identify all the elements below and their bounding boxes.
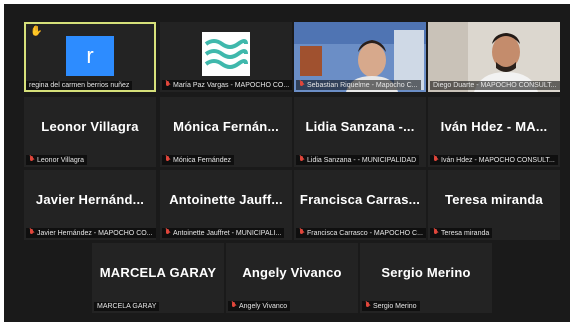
participant-display-name: MARCELA GARAY — [99, 265, 217, 280]
avatar: r — [66, 36, 114, 76]
participant-name-label: Angely Vivanco — [228, 301, 291, 311]
participant-name-label: Iván Hdez - MAPOCHO CONSULT... — [430, 155, 558, 165]
mic-muted-icon — [433, 229, 438, 236]
participant-name-label: Diego Duarte - MAPOCHO CONSULT... — [430, 81, 560, 90]
mic-muted-icon — [299, 229, 304, 236]
participant-tile-0[interactable]: ✋ r regina del carmen berrios nuñez — [24, 22, 156, 92]
participant-name: Sebastian Riquelme - Mapocho C... — [307, 82, 418, 89]
participant-name: Leonor Villagra — [37, 157, 84, 164]
participant-tile-14[interactable]: Sergio Merino Sergio Merino — [360, 243, 492, 313]
participant-name-label: Leonor Villagra — [26, 155, 87, 165]
participant-name: María Paz Vargas - MAPOCHO CO... — [173, 82, 290, 89]
participant-display-name: Leonor Villagra — [41, 119, 139, 134]
participant-tile-12[interactable]: MARCELA GARAY MARCELA GARAY — [92, 243, 224, 313]
participant-name: Iván Hdez - MAPOCHO CONSULT... — [441, 157, 555, 164]
mic-muted-icon — [433, 156, 438, 163]
participant-tile-4[interactable]: Leonor Villagra Leonor Villagra — [24, 97, 156, 167]
participant-name: Mónica Fernández — [173, 157, 231, 164]
participant-name-label: Sergio Merino — [362, 301, 420, 311]
participant-tile-5[interactable]: Mónica Fernán... Mónica Fernández — [160, 97, 292, 167]
participant-display-name: Antoinette Jauff... — [169, 192, 283, 207]
mic-muted-icon — [165, 156, 170, 163]
participant-display-name: Mónica Fernán... — [173, 119, 279, 134]
participant-tile-8[interactable]: Javier Hernánd... Javier Hernández - MAP… — [24, 170, 156, 240]
participant-name-label: María Paz Vargas - MAPOCHO CO... — [162, 80, 292, 90]
participant-display-name: Lidia Sanzana -... — [305, 119, 415, 134]
mic-muted-icon — [365, 302, 370, 309]
participant-tile-6[interactable]: Lidia Sanzana -... Lidia Sanzana - - MUN… — [294, 97, 426, 167]
profile-picture-logo — [202, 32, 250, 76]
participant-display-name: Francisca Carras... — [299, 192, 421, 207]
participant-name: MARCELA GARAY — [97, 303, 157, 310]
mic-muted-icon — [299, 81, 304, 88]
participant-name-label: MARCELA GARAY — [94, 302, 160, 311]
participant-name: Angely Vivanco — [239, 303, 288, 310]
mic-muted-icon — [165, 229, 170, 236]
participant-tile-9[interactable]: Antoinette Jauff... Antoinette Jauffret … — [160, 170, 292, 240]
participant-name: regina del carmen berrios nuñez — [29, 82, 130, 89]
participant-name-label: Sebastian Riquelme - Mapocho C... — [296, 80, 421, 90]
mic-muted-icon — [29, 229, 34, 236]
participant-name-label: Teresa miranda — [430, 228, 493, 238]
participant-name: Javier Hernández - MAPOCHO CO... — [37, 230, 153, 237]
participant-name: Lidia Sanzana - - MUNICIPALIDAD — [307, 157, 417, 164]
participant-name-label: regina del carmen berrios nuñez — [26, 81, 133, 90]
participant-tile-3[interactable]: Diego Duarte - MAPOCHO CONSULT... — [428, 22, 560, 92]
participant-name: Antoinette Jauffret - MUNICIPALI... — [173, 230, 282, 237]
video-gallery: ✋ r regina del carmen berrios nuñez Marí… — [4, 4, 570, 322]
participant-tile-10[interactable]: Francisca Carras... Francisca Carrasco -… — [294, 170, 426, 240]
mic-muted-icon — [299, 156, 304, 163]
participant-name: Francisca Carrasco - MAPOCHO C... — [307, 230, 423, 237]
participant-name-label: Mónica Fernández — [162, 155, 234, 165]
participant-tile-1[interactable]: María Paz Vargas - MAPOCHO CO... — [160, 22, 292, 92]
participant-display-name: Teresa miranda — [445, 192, 543, 207]
raised-hand-icon: ✋ — [30, 26, 43, 37]
participant-tile-2[interactable]: Sebastian Riquelme - Mapocho C... — [294, 22, 426, 92]
participant-name-label: Javier Hernández - MAPOCHO CO... — [26, 228, 156, 238]
mic-muted-icon — [231, 302, 236, 309]
participant-tile-7[interactable]: Iván Hdez - MA... Iván Hdez - MAPOCHO CO… — [428, 97, 560, 167]
mic-muted-icon — [165, 81, 170, 88]
participant-name-label: Antoinette Jauffret - MUNICIPALI... — [162, 228, 285, 238]
participant-tile-11[interactable]: Teresa miranda Teresa miranda — [428, 170, 560, 240]
participant-name-label: Francisca Carrasco - MAPOCHO C... — [296, 228, 426, 238]
mic-muted-icon — [29, 156, 34, 163]
participant-name: Sergio Merino — [373, 303, 417, 310]
participant-name: Teresa miranda — [441, 230, 490, 237]
participant-display-name: Iván Hdez - MA... — [440, 119, 548, 134]
participant-display-name: Angely Vivanco — [242, 265, 342, 280]
participant-name-label: Lidia Sanzana - - MUNICIPALIDAD — [296, 155, 420, 165]
participant-display-name: Sergio Merino — [381, 265, 471, 280]
participant-name: Diego Duarte - MAPOCHO CONSULT... — [433, 82, 557, 89]
participant-display-name: Javier Hernánd... — [35, 192, 145, 207]
participant-tile-13[interactable]: Angely Vivanco Angely Vivanco — [226, 243, 358, 313]
